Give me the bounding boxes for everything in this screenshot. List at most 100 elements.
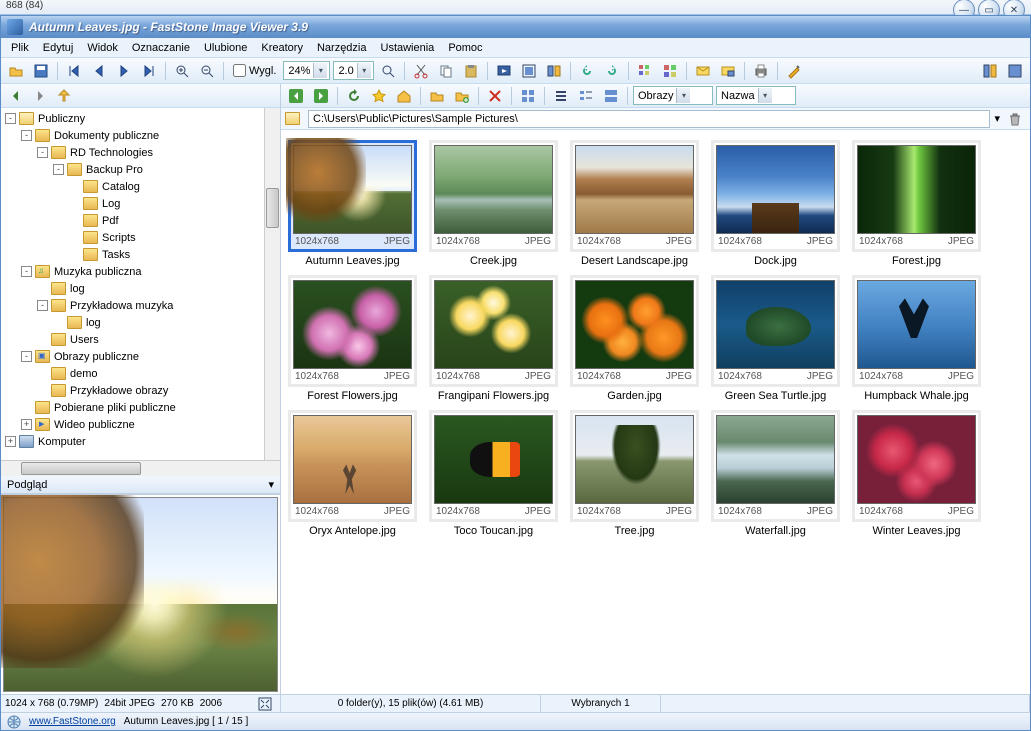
menu-ulubione[interactable]: Ulubione [198,40,253,56]
tree-item[interactable]: Scripts [1,229,280,246]
rotate-left-button[interactable] [576,60,598,82]
rotate-right-button[interactable] [601,60,623,82]
menu-kreatory[interactable]: Kreatory [255,40,309,56]
scrollbar-thumb[interactable] [266,188,279,228]
menu-pomoc[interactable]: Pomoc [442,40,488,56]
tree-item[interactable]: Users [1,331,280,348]
thumb-item[interactable]: 1024x768JPEGGarden.jpg [567,273,702,404]
menu-narzędzia[interactable]: Narzędzia [311,40,373,56]
compare-button[interactable] [543,60,565,82]
tree-item[interactable]: log [1,314,280,331]
refresh-button[interactable] [343,85,365,107]
thumb-item[interactable]: 1024x768JPEGToco Toucan.jpg [426,408,561,539]
info-fit-icon[interactable] [254,693,276,713]
first-button[interactable] [63,60,85,82]
home-button[interactable] [393,85,415,107]
folder-tree[interactable]: -Publiczny-Dokumenty publiczne-RD Techno… [1,108,280,460]
collapse-icon[interactable]: - [21,266,32,277]
paste-button[interactable] [460,60,482,82]
tree-item[interactable]: Tasks [1,246,280,263]
grid-small-button[interactable] [634,60,656,82]
tree-fwd-button[interactable] [29,85,51,107]
tree-back-button[interactable] [5,85,27,107]
layout-2-button[interactable] [1004,60,1026,82]
tree-item[interactable]: Pobierane pliki publiczne [1,399,280,416]
mail-img-button[interactable] [717,60,739,82]
tree-item[interactable]: -Publiczny [1,110,280,127]
tree-item[interactable]: Log [1,195,280,212]
tree-item[interactable]: -Przykładowa muzyka [1,297,280,314]
tree-item[interactable]: log [1,280,280,297]
address-field[interactable]: C:\Users\Public\Pictures\Sample Pictures… [308,110,990,128]
collapse-icon[interactable]: - [5,113,16,124]
trash-button[interactable] [1004,108,1026,130]
thumb-item[interactable]: 1024x768JPEGDock.jpg [708,138,843,269]
slideshow-button[interactable] [493,60,515,82]
tree-item[interactable]: -RD Technologies [1,144,280,161]
tree-item[interactable]: -Obrazy publiczne [1,348,280,365]
grid-large-button[interactable] [659,60,681,82]
collapse-icon[interactable]: - [53,164,64,175]
view-tiles-button[interactable] [600,85,622,107]
mail-button[interactable] [692,60,714,82]
thumb-item[interactable]: 1024x768JPEGGreen Sea Turtle.jpg [708,273,843,404]
tree-item[interactable]: -Muzyka publiczna [1,263,280,280]
menu-ustawienia[interactable]: Ustawienia [375,40,441,56]
collapse-icon[interactable]: - [21,130,32,141]
open-folder-button[interactable] [426,85,448,107]
favorite-button[interactable] [368,85,390,107]
menu-edytuj[interactable]: Edytuj [37,40,80,56]
thumb-item[interactable]: 1024x768JPEGFrangipani Flowers.jpg [426,273,561,404]
tree-item[interactable]: Przykładowe obrazy [1,382,280,399]
thumb-item[interactable]: 1024x768JPEGDesert Landscape.jpg [567,138,702,269]
zoom-in-button[interactable] [171,60,193,82]
nav-fwd-button[interactable] [310,85,332,107]
prev-button[interactable] [88,60,110,82]
thumb-item[interactable]: 1024x768JPEGForest.jpg [849,138,984,269]
last-button[interactable] [138,60,160,82]
menu-oznaczanie[interactable]: Oznaczanie [126,40,196,56]
zoom-out-button[interactable] [196,60,218,82]
view-detail-button[interactable] [575,85,597,107]
filter-dropdown[interactable]: Obrazy▾ [633,86,713,105]
expand-icon[interactable]: + [5,436,16,447]
preview-pane[interactable] [1,494,280,694]
collapse-icon[interactable]: - [21,351,32,362]
thumb-item[interactable]: 1024x768JPEGWaterfall.jpg [708,408,843,539]
cut-button[interactable] [410,60,432,82]
view-list-button[interactable] [550,85,572,107]
thumb-item[interactable]: 1024x768JPEGCreek.jpg [426,138,561,269]
layout-1-button[interactable] [979,60,1001,82]
thumb-item[interactable]: 1024x768JPEGForest Flowers.jpg [285,273,420,404]
sort-dropdown[interactable]: Nazwa▾ [716,86,796,105]
print-button[interactable] [750,60,772,82]
website-link[interactable]: www.FastStone.org [29,716,116,727]
thumb-item[interactable]: 1024x768JPEGOryx Antelope.jpg [285,408,420,539]
tree-item[interactable]: -Backup Pro [1,161,280,178]
tree-item[interactable]: demo [1,365,280,382]
zoom-percent-dropdown[interactable]: 24%▾ [283,61,330,80]
thumb-item[interactable]: 1024x768JPEGHumpback Whale.jpg [849,273,984,404]
preview-menu-icon[interactable]: ▾ [268,478,274,491]
zoom-lock-button[interactable] [377,60,399,82]
expand-icon[interactable]: + [21,419,32,430]
tree-item[interactable]: +Komputer [1,433,280,450]
collapse-icon[interactable]: - [37,147,48,158]
tree-up-button[interactable] [53,85,75,107]
new-folder-button[interactable] [451,85,473,107]
tree-item[interactable]: +Wideo publiczne [1,416,280,433]
menu-widok[interactable]: Widok [81,40,124,56]
next-button[interactable] [113,60,135,82]
thumb-item[interactable]: 1024x768JPEGWinter Leaves.jpg [849,408,984,539]
save-button[interactable] [30,60,52,82]
copy-button[interactable] [435,60,457,82]
delete-button[interactable] [484,85,506,107]
tree-item[interactable]: Pdf [1,212,280,229]
tree-item[interactable]: Catalog [1,178,280,195]
tree-item[interactable]: -Dokumenty publiczne [1,127,280,144]
menu-plik[interactable]: Plik [5,40,35,56]
zoom-factor-dropdown[interactable]: 2.0▾ [333,61,373,80]
thumb-item[interactable]: 1024x768JPEGAutumn Leaves.jpg [285,138,420,269]
titlebar[interactable]: Autumn Leaves.jpg - FastStone Image View… [1,16,1030,38]
nav-back-button[interactable] [285,85,307,107]
